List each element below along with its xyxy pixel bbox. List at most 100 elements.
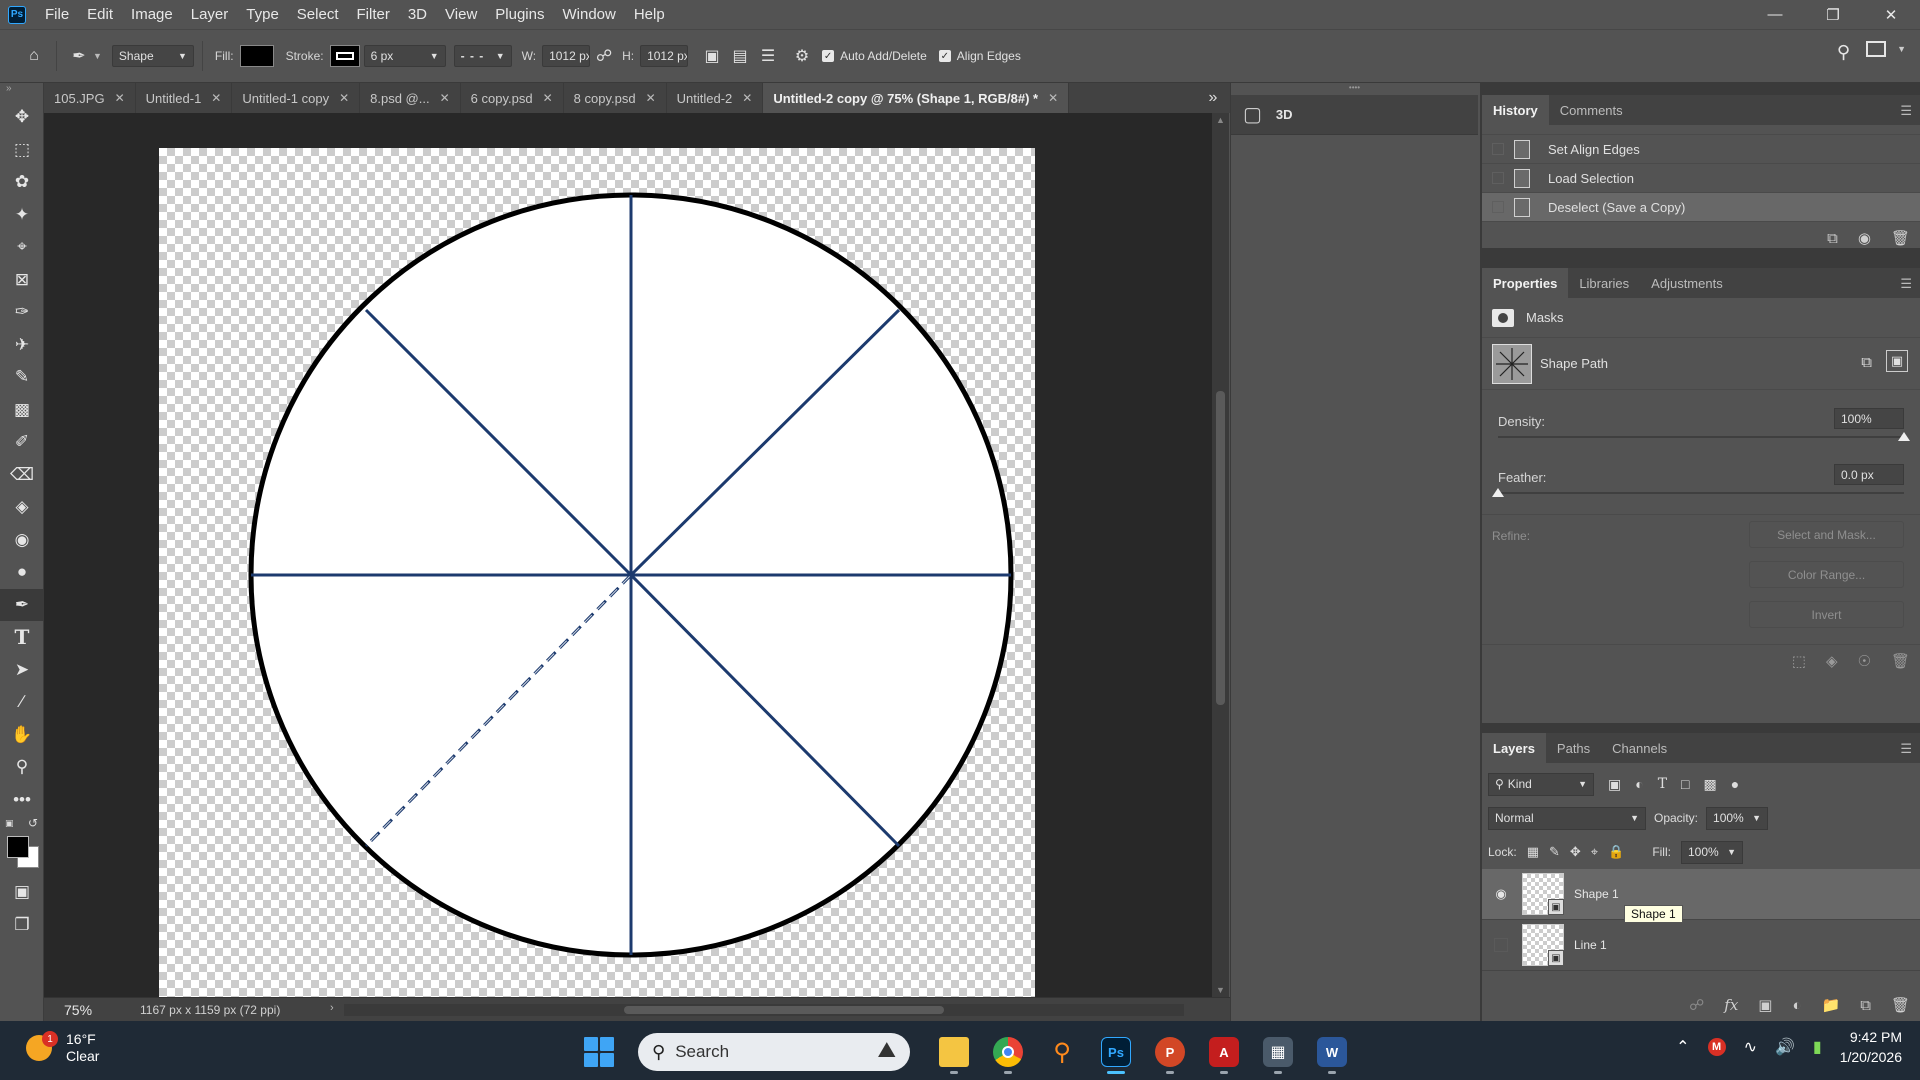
tab-untitled-1-copy[interactable]: Untitled-1 copy ✕ xyxy=(232,83,361,113)
panel-3d-header[interactable]: ▢ 3D xyxy=(1231,95,1478,135)
search-icon[interactable]: ⚲ xyxy=(1837,42,1850,63)
wifi-icon[interactable]: ∿ xyxy=(1744,1037,1757,1057)
feather-slider-knob[interactable] xyxy=(1492,488,1504,497)
eye-hidden-icon[interactable] xyxy=(1494,938,1508,952)
history-brush-source-checkbox[interactable] xyxy=(1492,143,1504,155)
add-mask-icon[interactable]: ▣ xyxy=(1758,996,1772,1014)
zoom-level[interactable]: 75% xyxy=(44,1002,110,1018)
pen-tool-preset-icon[interactable]: ✒ xyxy=(65,42,93,70)
menu-3d[interactable]: 3D xyxy=(399,0,436,29)
more-tools-icon[interactable]: ••• xyxy=(0,784,44,817)
trash-icon[interactable]: 🗑 xyxy=(1891,996,1910,1014)
scroll-thumb[interactable] xyxy=(624,1006,944,1014)
panel-menu-icon[interactable]: ☰ xyxy=(1900,741,1912,757)
path-arrangement-icon[interactable]: ☰ xyxy=(754,42,782,70)
panel-menu-icon[interactable]: ☰ xyxy=(1900,276,1912,292)
path-alignment-icon[interactable]: ▤ xyxy=(726,42,754,70)
close-icon[interactable]: ✕ xyxy=(543,91,553,105)
camera-icon[interactable]: ◉ xyxy=(1858,229,1871,247)
tab-untitled-2-copy[interactable]: Untitled-2 copy @ 75% (Shape 1, RGB/8#) … xyxy=(763,83,1070,113)
panel-grip[interactable]: •••• xyxy=(1231,83,1478,95)
word-app[interactable]: W xyxy=(1310,1030,1354,1074)
chevron-down-icon[interactable]: ▼ xyxy=(93,51,102,61)
powerpoint-app[interactable]: P xyxy=(1148,1030,1192,1074)
tab-untitled-1[interactable]: Untitled-1 ✕ xyxy=(135,83,233,113)
scroll-up-icon[interactable]: ▲ xyxy=(1212,115,1229,125)
stroke-size-field[interactable]: 6 px ▼ xyxy=(363,45,446,67)
blend-mode-select[interactable]: Normal ▼ xyxy=(1488,806,1646,830)
history-brush-source-checkbox[interactable] xyxy=(1492,201,1504,213)
tab-overflow-icon[interactable]: » xyxy=(1196,83,1230,113)
layer-name[interactable]: Shape 1 xyxy=(1574,887,1619,901)
tab-channels[interactable]: Channels xyxy=(1601,733,1678,763)
windows-start-icon[interactable] xyxy=(584,1037,614,1067)
smart-object-filter-icon[interactable]: ▩ xyxy=(1704,776,1717,793)
collapse-icon[interactable]: » xyxy=(0,83,43,101)
home-icon[interactable]: ⌂ xyxy=(20,42,48,70)
menu-plugins[interactable]: Plugins xyxy=(486,0,553,29)
clone-stamp-tool-icon[interactable]: ▩ xyxy=(0,394,44,427)
search-app[interactable]: ⚲ xyxy=(1040,1030,1084,1074)
move-tool-icon[interactable]: ✥ xyxy=(0,101,44,134)
scroll-thumb[interactable] xyxy=(1216,391,1225,705)
screen-mode-icon[interactable]: ❐ xyxy=(0,909,44,942)
add-vector-mask-icon[interactable]: ⧉ xyxy=(1861,354,1872,371)
close-icon[interactable]: ✕ xyxy=(646,91,656,105)
new-layer-icon[interactable]: ⧉ xyxy=(1860,997,1871,1014)
chrome-app[interactable] xyxy=(986,1030,1030,1074)
restore-icon[interactable]: ❐ xyxy=(1804,0,1862,29)
speaker-icon[interactable]: 🔊 xyxy=(1775,1037,1795,1057)
lock-position-icon[interactable]: ✥ xyxy=(1570,844,1581,860)
close-icon[interactable]: ✕ xyxy=(1862,0,1920,29)
horizontal-scrollbar[interactable] xyxy=(344,1004,1184,1016)
chevron-down-icon[interactable]: ▼ xyxy=(1897,44,1906,54)
path-mask-icon[interactable]: ▣ xyxy=(1886,350,1908,372)
menu-help[interactable]: Help xyxy=(625,0,674,29)
close-icon[interactable]: ✕ xyxy=(1048,91,1058,105)
lock-transparent-pixels-icon[interactable]: ▦ xyxy=(1527,844,1539,860)
lasso-tool-icon[interactable]: ✿ xyxy=(0,166,44,199)
eyedropper-tool-icon[interactable]: ✑ xyxy=(0,296,44,329)
default-colors-icon[interactable]: ▣ xyxy=(5,818,14,829)
tab-adjustments[interactable]: Adjustments xyxy=(1640,268,1734,298)
opacity-field[interactable]: 100% ▼ xyxy=(1706,806,1769,830)
layer-name[interactable]: Line 1 xyxy=(1574,938,1607,952)
menu-type[interactable]: Type xyxy=(237,0,288,29)
tab-untitled-2[interactable]: Untitled-2 ✕ xyxy=(666,83,764,113)
shape-layer-filter-icon[interactable]: □ xyxy=(1681,776,1689,792)
close-icon[interactable]: ✕ xyxy=(440,91,450,105)
density-field[interactable]: 100% xyxy=(1834,408,1904,429)
tab-properties[interactable]: Properties xyxy=(1482,268,1569,298)
invert-button[interactable]: Invert xyxy=(1749,601,1904,628)
pen-tool-icon[interactable]: ✒ xyxy=(0,588,44,621)
feather-field[interactable]: 0.0 px xyxy=(1834,464,1904,485)
history-item[interactable]: Set Align Edges xyxy=(1482,135,1920,164)
menu-window[interactable]: Window xyxy=(553,0,624,29)
frame-tool-icon[interactable]: ⊠ xyxy=(0,264,44,297)
path-selection-tool-icon[interactable]: ➤ xyxy=(0,654,44,687)
zoom-tool-icon[interactable]: ⚲ xyxy=(0,751,44,784)
battery-icon[interactable]: ▮ xyxy=(1813,1037,1822,1057)
panel-menu-icon[interactable]: ☰ xyxy=(1900,103,1912,119)
fill-field[interactable]: 100% ▼ xyxy=(1680,840,1743,864)
workspace-icon[interactable] xyxy=(1866,41,1886,57)
shape-path-row[interactable]: Shape Path ⧉ ▣ xyxy=(1482,338,1920,390)
line-tool-icon[interactable]: ∕ xyxy=(0,686,44,719)
layer-row-shape-1[interactable]: ◉ ▣ Shape 1 Shape 1 xyxy=(1482,869,1920,923)
layer-kind-filter[interactable]: ⚲ Kind ▼ xyxy=(1488,772,1594,796)
type-layer-filter-icon[interactable]: T xyxy=(1658,776,1667,792)
acrobat-app[interactable]: A xyxy=(1202,1030,1246,1074)
quick-mask-icon[interactable]: ▣ xyxy=(0,876,44,909)
antivirus-icon[interactable]: M xyxy=(1707,1038,1726,1056)
marquee-tool-icon[interactable]: ⬚ xyxy=(0,134,44,167)
tab-libraries[interactable]: Libraries xyxy=(1568,268,1640,298)
file-explorer-app[interactable] xyxy=(932,1030,976,1074)
weather-widget[interactable]: 1 16°F Clear xyxy=(26,1031,99,1065)
magic-wand-tool-icon[interactable]: ✦ xyxy=(0,199,44,232)
healing-brush-tool-icon[interactable]: ✈ xyxy=(0,329,44,362)
history-item-selected[interactable]: Deselect (Save a Copy) xyxy=(1482,193,1920,222)
tab-history[interactable]: History xyxy=(1482,95,1549,125)
minimize-icon[interactable]: — xyxy=(1746,0,1804,29)
tool-mode-select[interactable]: Shape ▼ xyxy=(111,45,194,67)
hand-tool-icon[interactable]: ✋ xyxy=(0,719,44,752)
